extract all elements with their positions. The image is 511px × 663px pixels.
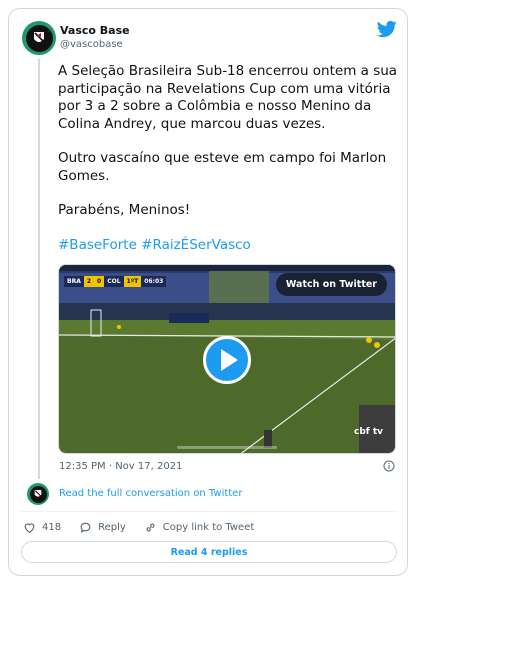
copy-link-button[interactable]: Copy link to Tweet [144,521,254,534]
author-handle[interactable]: @vascobase [60,39,123,50]
like-button[interactable]: 418 [23,521,61,534]
reply-bubble-icon [80,522,91,533]
tweet-actions: 418 Reply Copy link to Tweet [23,519,272,535]
conversation-avatar[interactable] [27,483,49,505]
video-thumbnail[interactable]: BRA 2 0 COL 1ºT 06:03 Watch on Twitter c… [58,264,396,454]
reply-button[interactable]: Reply [79,521,126,534]
vasco-crest-icon [34,32,44,42]
tweet-text: A Seleção Brasileira Sub-18 encerrou ont… [58,63,398,271]
info-icon[interactable] [383,460,395,472]
play-button[interactable] [203,336,251,384]
video-progress-indicator [177,446,277,449]
heart-icon [24,522,35,533]
tweet-timestamp[interactable]: 12:35 PM · Nov 17, 2021 [59,461,182,472]
scoreboard: BRA 2 0 COL 1ºT 06:03 [64,276,167,287]
hashtag-links[interactable]: #BaseForte #RaizÉSerVasco [58,237,398,255]
scoreboard-clock: 06:03 [141,276,167,287]
broadcaster-logo: cbf tv [354,427,383,437]
tweet-paragraph: Outro vascaíno que esteve em campo foi M… [58,150,387,184]
reply-label: Reply [98,521,126,533]
link-icon [146,523,155,531]
scoreboard-score-b: 0 [94,276,105,287]
tweet-paragraph: A Seleção Brasileira Sub-18 encerrou ont… [58,63,398,132]
scoreboard-team-a: BRA [64,276,84,287]
twitter-bird-icon[interactable] [377,19,397,39]
scoreboard-team-b: COL [104,276,124,287]
play-icon [221,349,238,371]
copy-link-label: Copy link to Tweet [162,521,255,533]
scoreboard-period: 1ºT [123,276,142,287]
watch-on-twitter-button[interactable]: Watch on Twitter [275,273,387,296]
scoreboard-score-a: 2 [83,276,95,287]
read-full-conversation-link[interactable]: Read the full conversation on Twitter [59,488,242,499]
read-replies-button[interactable]: Read 4 replies [21,541,397,563]
author-name[interactable]: Vasco Base [60,24,130,37]
divider [21,511,397,512]
embedded-tweet-card: Vasco Base @vascobase A Seleção Brasilei… [8,8,408,576]
like-count: 418 [42,521,62,533]
thread-line [38,59,40,479]
vasco-crest-icon [34,490,42,497]
tweet-paragraph: Parabéns, Meninos! [58,202,191,218]
author-avatar[interactable] [22,21,56,55]
